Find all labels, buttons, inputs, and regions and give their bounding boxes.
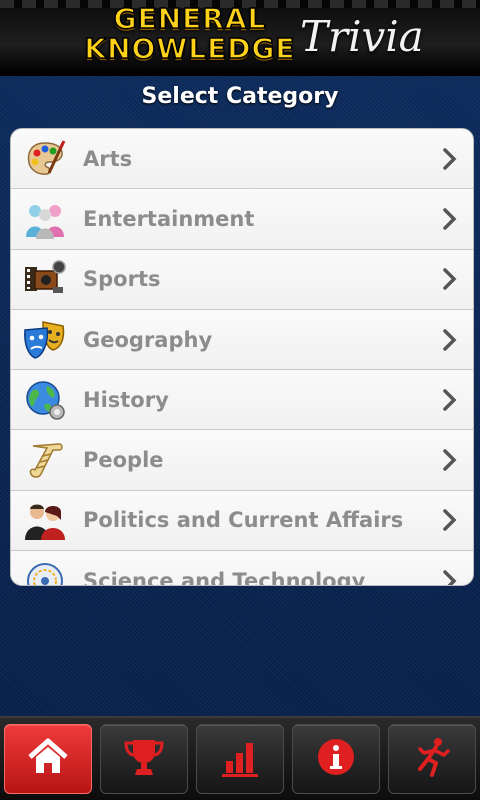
category-geography[interactable]: Geography xyxy=(11,309,473,371)
category-sports[interactable]: Sports xyxy=(11,249,473,310)
palette-icon xyxy=(23,137,67,181)
category-label: Arts xyxy=(83,146,133,171)
couple-icon xyxy=(23,498,67,542)
category-label: People xyxy=(83,448,164,473)
category-history[interactable]: History xyxy=(11,370,473,431)
chevron-right-icon xyxy=(435,328,465,352)
category-arts[interactable]: Arts xyxy=(11,129,473,190)
bar-chart-icon xyxy=(218,735,262,783)
logo-line-2: KNOWLEDGE xyxy=(84,32,296,65)
scroll-icon xyxy=(23,438,67,482)
info-icon xyxy=(314,735,358,783)
category-label: Science and Technology xyxy=(83,569,366,586)
chevron-right-icon xyxy=(435,267,465,291)
stats-button[interactable] xyxy=(196,724,284,794)
info-button[interactable] xyxy=(292,724,380,794)
chevron-right-icon xyxy=(435,147,465,171)
category-label: Sports xyxy=(83,267,161,292)
home-icon xyxy=(26,735,70,783)
bottom-nav xyxy=(0,716,480,800)
category-label: History xyxy=(83,387,169,412)
people-icon xyxy=(23,197,67,241)
film-camera-icon xyxy=(23,257,67,301)
category-label: Geography xyxy=(83,327,213,352)
chevron-right-icon xyxy=(435,569,465,585)
chevron-right-icon xyxy=(435,508,465,532)
trophy-button[interactable] xyxy=(100,724,188,794)
chevron-right-icon xyxy=(435,207,465,231)
app-logo: GENERAL KNOWLEDGE xyxy=(80,2,300,65)
science-icon xyxy=(23,559,67,585)
chevron-right-icon xyxy=(435,448,465,472)
category-entertainment[interactable]: Entertainment xyxy=(11,189,473,250)
logo-line-1: GENERAL xyxy=(113,2,267,35)
category-people[interactable]: People xyxy=(11,430,473,491)
exit-button[interactable] xyxy=(388,724,476,794)
category-label: Entertainment xyxy=(83,206,255,231)
category-science[interactable]: Science and Technology xyxy=(11,551,473,586)
trophy-icon xyxy=(122,735,166,783)
theater-masks-icon xyxy=(23,318,67,362)
chevron-right-icon xyxy=(435,388,465,412)
logo-script: Trivia xyxy=(300,12,424,61)
category-list: Arts Entertainment Sports Geography Hist… xyxy=(10,128,474,586)
category-label: Politics and Current Affairs xyxy=(83,508,404,533)
running-man-icon xyxy=(410,735,454,783)
category-politics[interactable]: Politics and Current Affairs xyxy=(11,490,473,552)
home-button[interactable] xyxy=(4,724,92,794)
app-header: GENERAL KNOWLEDGE Trivia xyxy=(0,0,480,76)
globe-icon xyxy=(23,378,67,422)
page-title: Select Category xyxy=(141,84,339,109)
